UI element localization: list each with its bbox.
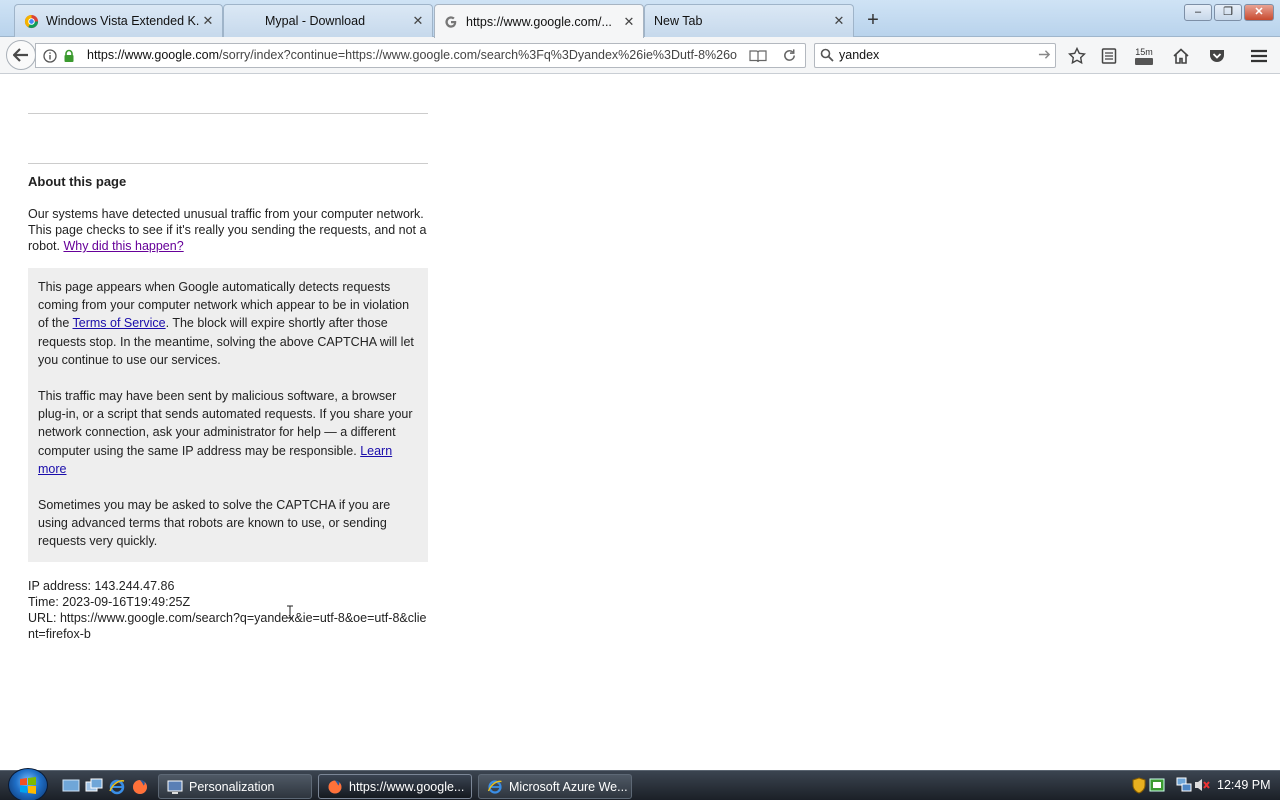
- divider: [28, 163, 428, 164]
- reader-view-icon[interactable]: [749, 49, 767, 66]
- about-heading: About this page: [28, 174, 127, 189]
- info-paragraph-2: This traffic may have been sent by malic…: [38, 387, 418, 478]
- taskbar-clock[interactable]: 12:49 PM: [1217, 778, 1271, 792]
- volume-muted-icon[interactable]: [1194, 777, 1210, 796]
- tab-close-icon[interactable]: ✕: [621, 14, 637, 30]
- intro-paragraph: Our systems have detected unusual traffi…: [28, 206, 428, 254]
- search-input[interactable]: yandex: [839, 48, 879, 62]
- ie-icon: [487, 779, 502, 794]
- info-box: This page appears when Google automatica…: [28, 268, 428, 562]
- action-center-icon[interactable]: [1149, 777, 1165, 797]
- site-info-icon[interactable]: [43, 49, 57, 66]
- timer-badge-icon[interactable]: 15m: [1133, 45, 1155, 67]
- minimize-button[interactable]: –: [1184, 4, 1212, 21]
- info-text: This traffic may have been sent by malic…: [38, 389, 413, 458]
- new-tab-button[interactable]: +: [862, 9, 884, 31]
- network-icon[interactable]: [1176, 777, 1192, 796]
- tab-title: Mypal - Download: [265, 14, 366, 28]
- divider: [28, 113, 428, 114]
- start-button[interactable]: [8, 768, 48, 800]
- back-button[interactable]: [6, 40, 36, 70]
- time-line: Time: 2023-09-16T19:49:25Z: [28, 595, 191, 609]
- terms-of-service-link[interactable]: Terms of Service: [73, 316, 166, 330]
- taskbar-item-personalization[interactable]: Personalization: [158, 774, 312, 799]
- tab-close-icon[interactable]: ✕: [410, 13, 426, 29]
- navigation-toolbar: https://www.google.com/sorry/index?conti…: [0, 37, 1280, 74]
- tab-google-sorry[interactable]: https://www.google.com/... ✕: [434, 4, 644, 38]
- text-cursor-icon: [287, 605, 293, 619]
- taskbar-item-label: Microsoft Azure We...: [509, 779, 628, 794]
- tab-new-tab[interactable]: New Tab ✕: [644, 4, 854, 37]
- taskbar-item-firefox[interactable]: https://www.google...: [318, 774, 472, 799]
- tab-strip: Windows Vista Extended K... ✕ Mypal - Do…: [0, 0, 1280, 38]
- url-path: /sorry/index?continue=https://www.google…: [219, 48, 737, 62]
- request-details: IP address: 143.244.47.86 Time: 2023-09-…: [28, 578, 428, 642]
- firefox-quicklaunch-icon[interactable]: [131, 778, 149, 794]
- taskbar-item-label: Personalization: [189, 779, 275, 794]
- url-text[interactable]: https://www.google.com/sorry/index?conti…: [87, 48, 737, 62]
- windows-logo-icon: [20, 777, 36, 794]
- pocket-icon[interactable]: [1206, 45, 1228, 67]
- tab-title: New Tab: [654, 14, 703, 28]
- home-icon[interactable]: [1170, 45, 1192, 67]
- search-go-icon[interactable]: [1038, 48, 1051, 64]
- reload-icon[interactable]: [782, 48, 797, 66]
- restore-button[interactable]: ❐: [1214, 4, 1242, 21]
- tab-title: Windows Vista Extended K...: [46, 14, 200, 28]
- internet-explorer-icon[interactable]: [108, 778, 126, 795]
- tab-close-icon[interactable]: ✕: [831, 13, 847, 29]
- taskbar: Personalization https://www.google... Mi…: [0, 768, 1280, 800]
- switch-windows-icon[interactable]: [85, 778, 103, 794]
- why-did-this-happen-link[interactable]: Why did this happen?: [63, 239, 183, 253]
- tab-close-icon[interactable]: ✕: [200, 13, 216, 29]
- blank-icon: [232, 13, 248, 29]
- chrome-globe-icon: [23, 13, 39, 29]
- tab-mypal-download[interactable]: Mypal - Download ✕: [223, 4, 433, 37]
- tab-title: https://www.google.com/...: [466, 14, 612, 29]
- search-bar[interactable]: yandex: [814, 43, 1056, 68]
- security-shield-icon[interactable]: [1132, 777, 1146, 797]
- timer-badge-text: 15m: [1135, 46, 1153, 57]
- google-g-icon: [443, 14, 459, 30]
- url-bar[interactable]: https://www.google.com/sorry/index?conti…: [35, 43, 806, 68]
- taskbar-item-label: https://www.google...: [349, 779, 465, 794]
- info-paragraph-1: This page appears when Google automatica…: [38, 278, 418, 369]
- info-paragraph-3: Sometimes you may be asked to solve the …: [38, 498, 391, 549]
- firefox-icon: [328, 780, 342, 793]
- bookmark-star-icon[interactable]: [1066, 45, 1088, 67]
- url-line: URL: https://www.google.com/search?q=yan…: [28, 611, 427, 641]
- close-window-button[interactable]: ✕: [1244, 4, 1274, 21]
- url-domain: https://www.google.com: [87, 48, 220, 62]
- ip-address-line: IP address: 143.244.47.86: [28, 579, 175, 593]
- page-content: About this page Our systems have detecte…: [0, 75, 1280, 770]
- tab-windows-vista-extended[interactable]: Windows Vista Extended K... ✕: [14, 4, 223, 37]
- lock-icon: [63, 49, 75, 66]
- taskbar-item-azure[interactable]: Microsoft Azure We...: [478, 774, 632, 799]
- show-desktop-icon[interactable]: [62, 778, 80, 794]
- personalization-icon: [167, 780, 183, 794]
- bookmarks-menu-icon[interactable]: [1098, 45, 1120, 67]
- back-arrow-icon: [13, 48, 28, 62]
- hamburger-menu-icon[interactable]: [1248, 45, 1270, 67]
- search-icon: [820, 48, 834, 65]
